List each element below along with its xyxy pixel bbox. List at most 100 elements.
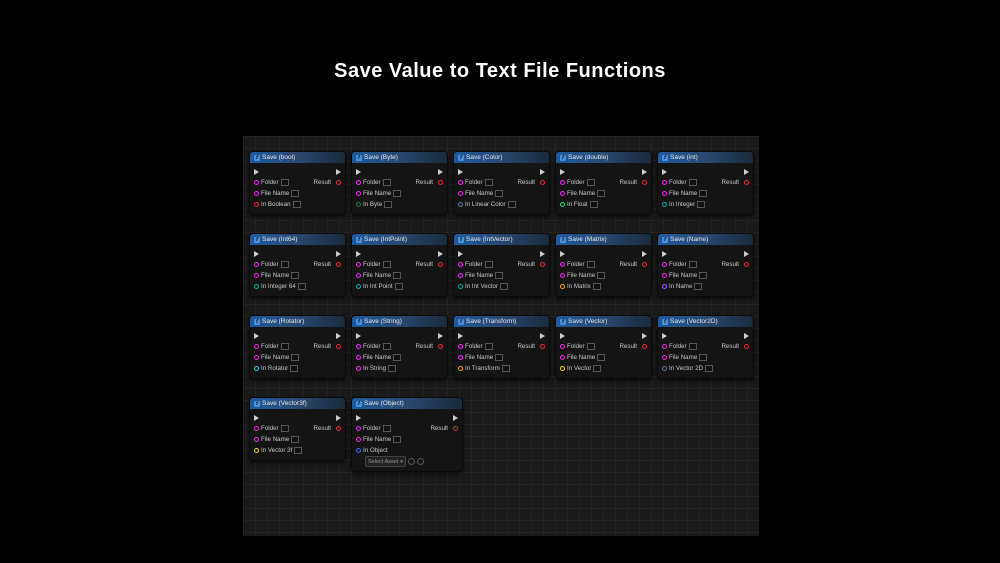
data-input[interactable] [508, 201, 516, 208]
input-pin-folder[interactable]: Folder [560, 177, 619, 188]
data-pin-icon[interactable] [453, 426, 458, 431]
filename-input[interactable] [699, 272, 707, 279]
input-pin-folder[interactable]: Folder [356, 341, 415, 352]
bp-node-n1[interactable]: fSave (Byte)FolderFile NameIn ByteResult [351, 151, 448, 215]
data-pin-icon[interactable] [560, 344, 565, 349]
folder-input[interactable] [281, 261, 289, 268]
exec-in-icon[interactable] [458, 251, 463, 257]
node-header[interactable]: fSave (Int64) [250, 234, 345, 245]
data-input[interactable] [500, 283, 508, 290]
exec-out-icon[interactable] [540, 169, 545, 175]
output-pin-result[interactable]: Result [721, 259, 749, 270]
exec-in-pin[interactable] [458, 166, 517, 177]
node-header[interactable]: fSave (Object) [352, 398, 462, 409]
exec-out-icon[interactable] [336, 333, 341, 339]
exec-in-pin[interactable] [356, 330, 415, 341]
exec-out-icon[interactable] [336, 415, 341, 421]
input-pin-folder[interactable]: Folder [254, 423, 313, 434]
bp-node-n12[interactable]: fSave (Transform)FolderFile NameIn Trans… [453, 315, 550, 379]
data-pin-icon[interactable] [560, 180, 565, 185]
folder-input[interactable] [383, 179, 391, 186]
exec-out-pin[interactable] [333, 412, 341, 423]
data-pin-icon[interactable] [254, 262, 259, 267]
input-pin-data[interactable]: In Int Point [356, 281, 415, 292]
folder-input[interactable] [485, 179, 493, 186]
data-pin-icon[interactable] [254, 448, 259, 453]
data-pin-icon[interactable] [254, 273, 259, 278]
input-pin-folder[interactable]: Folder [560, 341, 619, 352]
asset-find-icon[interactable] [417, 458, 424, 465]
data-input[interactable] [298, 283, 306, 290]
data-input[interactable] [293, 201, 301, 208]
data-pin-icon[interactable] [356, 344, 361, 349]
data-input[interactable] [593, 283, 601, 290]
filename-input[interactable] [495, 190, 503, 197]
exec-in-pin[interactable] [254, 412, 313, 423]
exec-out-icon[interactable] [642, 169, 647, 175]
output-pin-result[interactable]: Result [619, 341, 647, 352]
exec-out-pin[interactable] [741, 330, 749, 341]
input-pin-folder[interactable]: Folder [458, 341, 517, 352]
node-header[interactable]: fSave (Transform) [454, 316, 549, 327]
data-pin-icon[interactable] [458, 355, 463, 360]
data-pin-icon[interactable] [744, 344, 749, 349]
folder-input[interactable] [485, 261, 493, 268]
folder-input[interactable] [689, 261, 697, 268]
folder-input[interactable] [587, 261, 595, 268]
exec-in-pin[interactable] [254, 330, 313, 341]
node-header[interactable]: fSave (IntPoint) [352, 234, 447, 245]
exec-in-pin[interactable] [560, 166, 619, 177]
data-pin-icon[interactable] [560, 355, 565, 360]
data-pin-icon[interactable] [356, 284, 361, 289]
data-pin-icon[interactable] [356, 437, 361, 442]
data-pin-icon[interactable] [642, 180, 647, 185]
input-pin-folder[interactable]: Folder [254, 259, 313, 270]
input-pin-filename[interactable]: File Name [254, 434, 313, 445]
output-pin-result[interactable]: Result [430, 423, 458, 434]
node-header[interactable]: fSave (Matrix) [556, 234, 651, 245]
folder-input[interactable] [383, 261, 391, 268]
filename-input[interactable] [291, 436, 299, 443]
folder-input[interactable] [383, 425, 391, 432]
output-pin-result[interactable]: Result [517, 177, 545, 188]
bp-node-n6[interactable]: fSave (IntPoint)FolderFile NameIn Int Po… [351, 233, 448, 297]
data-input[interactable] [395, 283, 403, 290]
input-pin-folder[interactable]: Folder [662, 259, 721, 270]
node-header[interactable]: fSave (Color) [454, 152, 549, 163]
data-pin-icon[interactable] [560, 284, 565, 289]
node-header[interactable]: fSave (String) [352, 316, 447, 327]
bp-node-n15[interactable]: fSave (Vector3f)FolderFile NameIn Vector… [249, 397, 346, 461]
filename-input[interactable] [495, 272, 503, 279]
data-input[interactable] [294, 447, 302, 454]
node-header[interactable]: fSave (Vector2D) [658, 316, 753, 327]
data-pin-icon[interactable] [254, 344, 259, 349]
exec-in-pin[interactable] [662, 248, 721, 259]
data-pin-icon[interactable] [356, 273, 361, 278]
bp-node-n16[interactable]: fSave (Object)FolderFile NameIn ObjectSe… [351, 397, 463, 472]
exec-out-pin[interactable] [639, 166, 647, 177]
data-pin-icon[interactable] [540, 262, 545, 267]
exec-in-icon[interactable] [254, 169, 259, 175]
input-pin-filename[interactable]: File Name [458, 270, 517, 281]
data-pin-icon[interactable] [458, 273, 463, 278]
exec-out-pin[interactable] [435, 330, 443, 341]
folder-input[interactable] [281, 179, 289, 186]
input-pin-folder[interactable]: Folder [254, 341, 313, 352]
folder-input[interactable] [281, 343, 289, 350]
data-input[interactable] [290, 365, 298, 372]
bp-node-n3[interactable]: fSave (double)FolderFile NameIn FloatRes… [555, 151, 652, 215]
exec-in-pin[interactable] [560, 248, 619, 259]
data-input[interactable] [694, 283, 702, 290]
exec-in-pin[interactable] [254, 166, 313, 177]
input-pin-data[interactable]: In Integer 64 [254, 281, 313, 292]
input-pin-data[interactable]: In Transform [458, 363, 517, 374]
exec-in-pin[interactable] [254, 248, 313, 259]
exec-in-pin[interactable] [356, 166, 415, 177]
exec-out-pin[interactable] [639, 248, 647, 259]
exec-in-icon[interactable] [356, 415, 361, 421]
output-pin-result[interactable]: Result [415, 259, 443, 270]
exec-out-icon[interactable] [642, 251, 647, 257]
data-pin-icon[interactable] [560, 191, 565, 196]
exec-out-icon[interactable] [744, 169, 749, 175]
input-pin-folder[interactable]: Folder [662, 177, 721, 188]
